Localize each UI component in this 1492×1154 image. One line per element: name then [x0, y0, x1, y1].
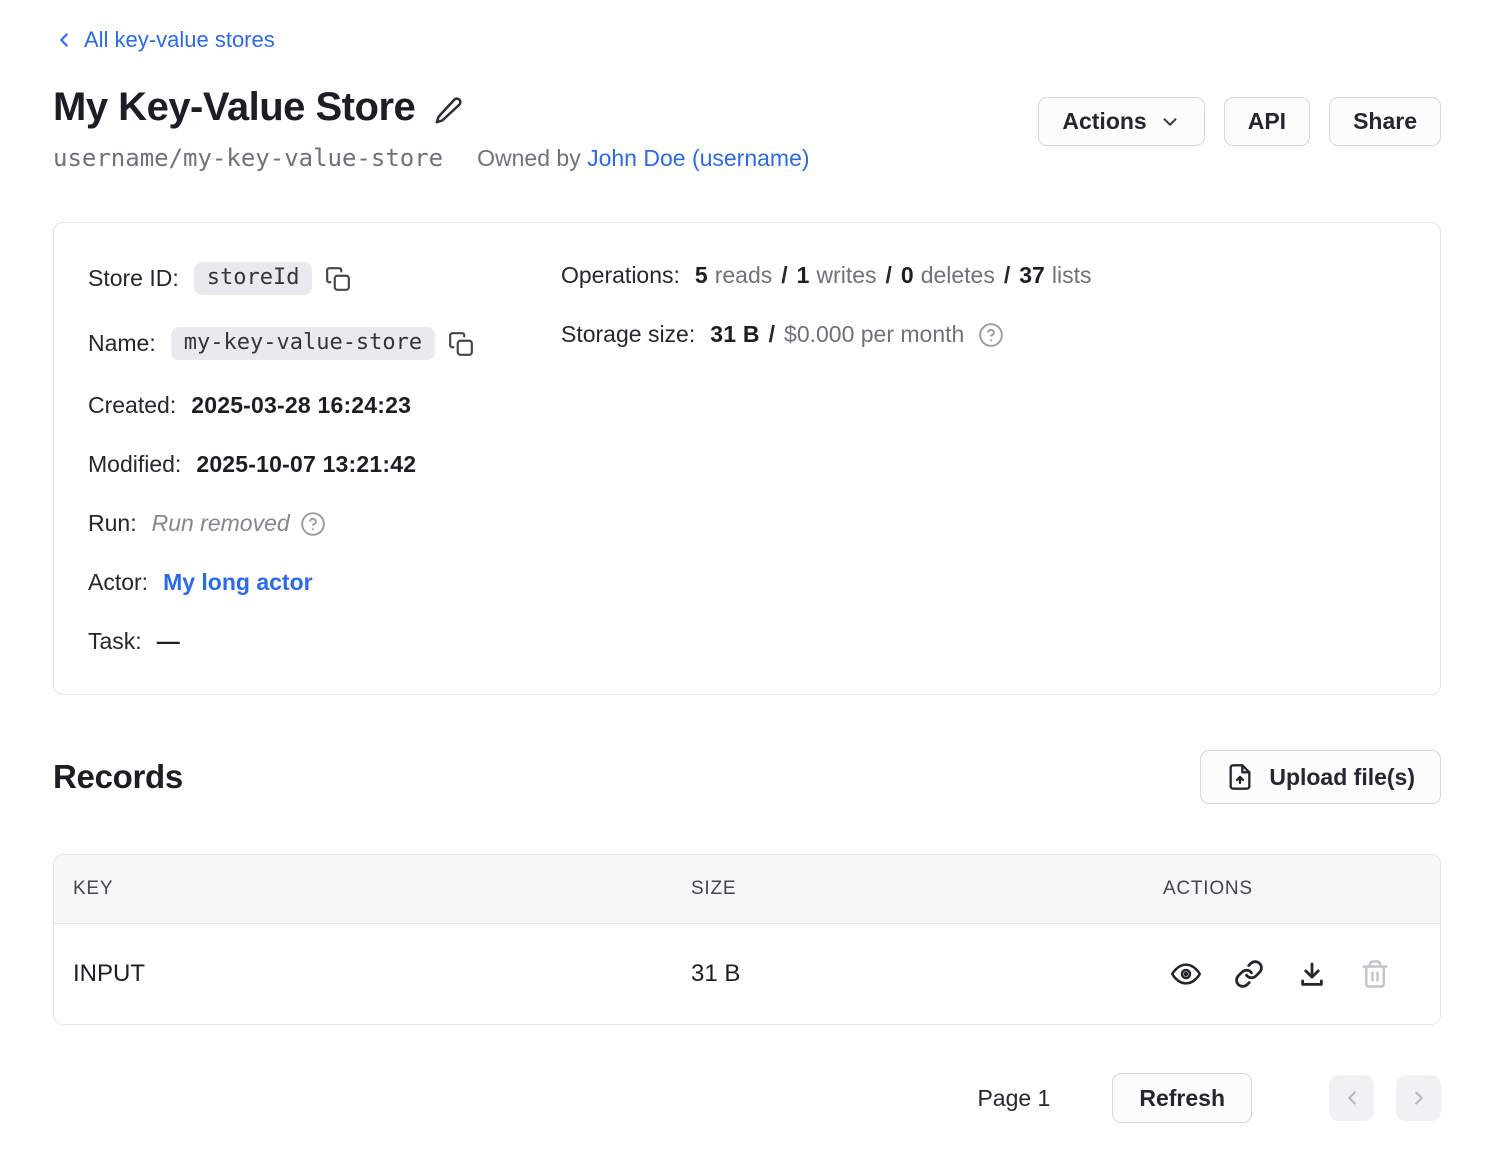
created-value: 2025-03-28 16:24:23 [191, 392, 411, 419]
previous-page-button[interactable] [1329, 1075, 1374, 1121]
download-icon [1297, 959, 1327, 989]
writes-unit: writes [816, 262, 876, 289]
record-size-cell: 31 B [691, 960, 1163, 988]
operations-label: Operations: [561, 262, 680, 289]
download-record-button[interactable] [1297, 959, 1327, 989]
api-button[interactable]: API [1224, 97, 1310, 146]
info-card-right-column: Operations: 5 reads / 1 writes / 0 delet… [561, 262, 1406, 687]
page-title: My Key-Value Store [53, 85, 415, 130]
records-table: KEY SIZE ACTIONS INPUT 31 B [53, 854, 1441, 1025]
ops-separator: / [1004, 262, 1010, 289]
copy-name-button[interactable] [448, 331, 474, 357]
upload-files-button[interactable]: Upload file(s) [1200, 750, 1441, 804]
store-path: username/my-key-value-store [53, 144, 443, 172]
store-id-row: Store ID: storeId [88, 262, 561, 295]
help-circle-icon[interactable] [300, 511, 326, 537]
ops-separator: / [781, 262, 787, 289]
ops-separator: / [886, 262, 892, 289]
name-chip: my-key-value-store [171, 327, 435, 360]
storage-size-label: Storage size: [561, 321, 695, 348]
chevron-right-icon [1408, 1087, 1430, 1109]
link-icon [1234, 959, 1264, 989]
eye-icon [1171, 959, 1201, 989]
store-id-chip: storeId [194, 262, 313, 295]
task-label: Task: [88, 628, 142, 655]
storage-size-row: Storage size: 31 B / $0.000 per month [561, 321, 1406, 348]
storage-separator: / [769, 321, 775, 348]
lists-count: 37 [1019, 262, 1045, 289]
writes-count: 1 [797, 262, 810, 289]
task-value: — [157, 628, 180, 655]
lists-unit: lists [1052, 262, 1092, 289]
pagination-nav [1329, 1075, 1441, 1121]
edit-title-icon[interactable] [433, 96, 463, 126]
page-header: My Key-Value Store username/my-key-value… [53, 85, 1441, 172]
owned-by-text: Owned by John Doe (username) [477, 145, 809, 172]
delete-record-button[interactable] [1360, 959, 1390, 989]
upload-button-label: Upload file(s) [1269, 764, 1415, 791]
back-to-stores-link[interactable]: All key-value stores [53, 27, 275, 53]
run-label: Run: [88, 510, 137, 537]
task-row: Task: — [88, 628, 561, 655]
file-upload-icon [1226, 763, 1254, 791]
pagination-bar: Page 1 Refresh [53, 1073, 1441, 1123]
owner-link[interactable]: John Doe (username) [587, 145, 809, 171]
table-row[interactable]: INPUT 31 B [54, 924, 1440, 1024]
page-indicator: Page 1 [977, 1085, 1050, 1112]
preview-record-button[interactable] [1171, 959, 1201, 989]
trash-icon [1360, 959, 1390, 989]
table-header-row: KEY SIZE ACTIONS [54, 855, 1440, 924]
actions-button-label: Actions [1062, 108, 1146, 135]
actor-row: Actor: My long actor [88, 569, 561, 596]
copy-icon [325, 266, 351, 292]
name-row: Name: my-key-value-store [88, 327, 561, 360]
header-buttons: Actions API Share [1038, 97, 1441, 146]
record-key-cell: INPUT [54, 960, 691, 988]
column-header-actions: ACTIONS [1163, 878, 1440, 900]
owned-by-prefix: Owned by [477, 145, 581, 171]
deletes-count: 0 [901, 262, 914, 289]
modified-row: Modified: 2025-10-07 13:21:42 [88, 451, 561, 478]
column-header-size: SIZE [691, 878, 1163, 900]
created-row: Created: 2025-03-28 16:24:23 [88, 392, 561, 419]
actor-label: Actor: [88, 569, 148, 596]
modified-value: 2025-10-07 13:21:42 [196, 451, 416, 478]
chevron-left-icon [53, 29, 75, 51]
store-id-label: Store ID: [88, 265, 179, 292]
title-block: My Key-Value Store username/my-key-value… [53, 85, 810, 172]
record-actions-cell [1163, 959, 1440, 989]
column-header-key: KEY [54, 878, 691, 900]
storage-cost: $0.000 per month [784, 321, 964, 348]
storage-size-value: 31 B [710, 321, 759, 348]
reads-unit: reads [715, 262, 773, 289]
chevron-down-icon [1159, 111, 1181, 133]
next-page-button[interactable] [1396, 1075, 1441, 1121]
copy-icon [448, 331, 474, 357]
actions-dropdown-button[interactable]: Actions [1038, 97, 1204, 146]
chevron-left-icon [1341, 1087, 1363, 1109]
copy-store-id-button[interactable] [325, 266, 351, 292]
records-title: Records [53, 758, 183, 796]
share-button[interactable]: Share [1329, 97, 1441, 146]
refresh-button[interactable]: Refresh [1112, 1073, 1252, 1123]
info-card-left-column: Store ID: storeId Name: my-key-value-sto… [88, 262, 561, 687]
run-row: Run: Run removed [88, 510, 561, 537]
help-circle-icon[interactable] [978, 322, 1004, 348]
modified-label: Modified: [88, 451, 181, 478]
run-value: Run removed [152, 510, 290, 537]
records-header: Records Upload file(s) [53, 750, 1441, 804]
deletes-unit: deletes [921, 262, 995, 289]
created-label: Created: [88, 392, 176, 419]
operations-row: Operations: 5 reads / 1 writes / 0 delet… [561, 262, 1406, 289]
reads-count: 5 [695, 262, 708, 289]
actor-link[interactable]: My long actor [163, 569, 313, 596]
store-info-card: Store ID: storeId Name: my-key-value-sto… [53, 222, 1441, 695]
record-link-button[interactable] [1234, 959, 1264, 989]
back-link-label: All key-value stores [84, 27, 275, 53]
name-label: Name: [88, 330, 156, 357]
kv-store-detail-page: All key-value stores My Key-Value Store … [0, 0, 1492, 1123]
